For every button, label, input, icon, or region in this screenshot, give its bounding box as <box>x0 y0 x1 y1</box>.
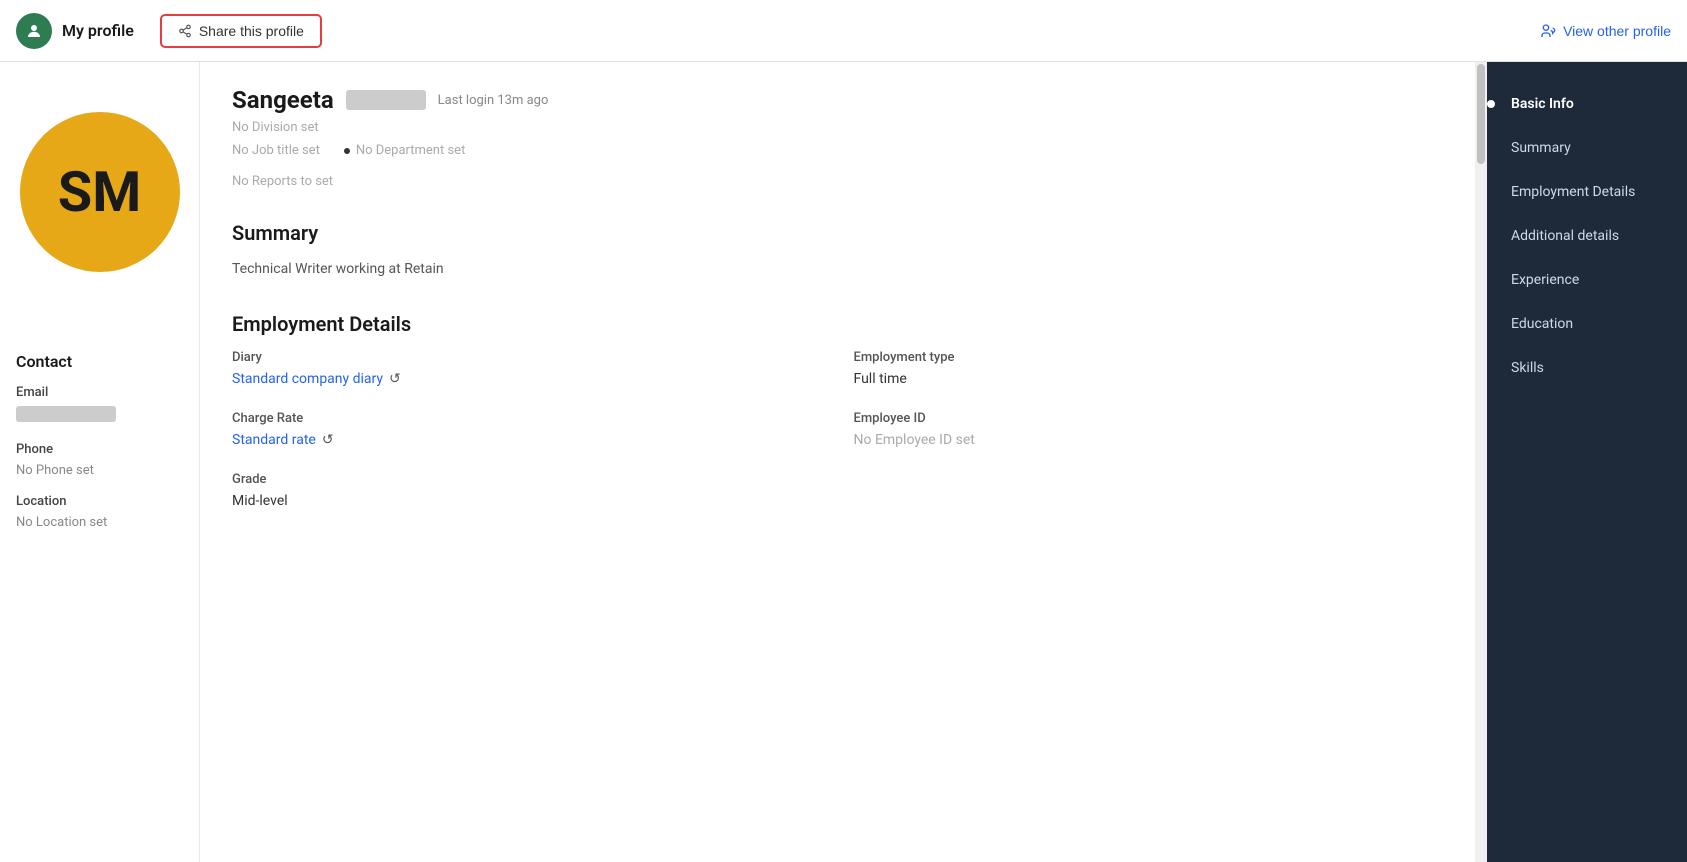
employee-id-value: No Employee ID set <box>854 432 1444 448</box>
profile-nav-icon <box>16 13 52 49</box>
nav-item-summary[interactable]: Summary <box>1487 126 1687 170</box>
dept-block: No Department set <box>344 143 466 158</box>
no-division: No Division set <box>232 120 548 135</box>
diary-history-icon[interactable]: ↺ <box>389 371 401 387</box>
no-reports: No Reports to set <box>232 174 548 189</box>
charge-rate-history-icon[interactable]: ↺ <box>322 432 334 448</box>
view-other-profile-button[interactable]: View other profile <box>1540 23 1671 39</box>
topbar-right: View other profile <box>1540 23 1671 39</box>
employment-title: Employment Details <box>232 312 1443 336</box>
scrollbar-thumb[interactable] <box>1477 64 1485 164</box>
nav-item-skills[interactable]: Skills <box>1487 346 1687 390</box>
employee-id-label: Employee ID <box>854 411 1444 426</box>
nav-item-additional-details[interactable]: Additional details <box>1487 214 1687 258</box>
last-login: Last login 13m ago <box>438 93 549 108</box>
employment-type-field: Employment type Full time <box>854 350 1444 387</box>
nav-label-employment-details: Employment Details <box>1511 184 1635 200</box>
no-job-title: No Job title set <box>232 143 320 158</box>
summary-title: Summary <box>232 221 1443 245</box>
nav-item-basic-info[interactable]: Basic Info <box>1487 82 1687 126</box>
contact-section: Contact Email Phone No Phone set Locatio… <box>16 352 183 530</box>
left-sidebar: SM Contact Email Phone No Phone set Loca… <box>0 62 200 862</box>
main-layout: SM Contact Email Phone No Phone set Loca… <box>0 62 1687 862</box>
charge-rate-label: Charge Rate <box>232 411 822 426</box>
location-value: No Location set <box>16 515 183 530</box>
share-btn-label: Share this profile <box>199 23 304 39</box>
phone-label: Phone <box>16 442 183 457</box>
avatar: SM <box>20 112 180 272</box>
avatar-initials: SM <box>58 159 142 225</box>
diary-field: Diary Standard company diary ↺ <box>232 350 822 387</box>
profile-name: Sangeeta <box>232 86 334 114</box>
dept-dot <box>344 148 350 154</box>
topbar: My profile Share this profile View other… <box>0 0 1687 62</box>
email-label: Email <box>16 385 183 400</box>
grade-value: Mid-level <box>232 493 822 509</box>
nav-label-summary: Summary <box>1511 140 1571 156</box>
job-dept-row: No Job title set No Department set <box>232 143 548 158</box>
employment-type-label: Employment type <box>854 350 1444 365</box>
employment-type-value: Full time <box>854 371 1444 387</box>
charge-rate-value[interactable]: Standard rate ↺ <box>232 432 822 448</box>
grade-label: Grade <box>232 472 822 487</box>
diary-value[interactable]: Standard company diary ↺ <box>232 371 822 387</box>
grade-field: Grade Mid-level <box>232 472 822 509</box>
charge-rate-field: Charge Rate Standard rate ↺ <box>232 411 822 448</box>
profile-name-block: Sangeeta Last login 13m ago No Division … <box>232 86 548 189</box>
nav-item-employment-details[interactable]: Employment Details <box>1487 170 1687 214</box>
profile-surname-redacted <box>346 90 426 110</box>
nav-label-education: Education <box>1511 316 1573 332</box>
location-label: Location <box>16 494 183 509</box>
main-scrollbar[interactable] <box>1475 62 1487 862</box>
nav-label-skills: Skills <box>1511 360 1544 376</box>
profile-name-inline: Sangeeta Last login 13m ago <box>232 86 548 114</box>
profile-header: Sangeeta Last login 13m ago No Division … <box>232 86 1443 189</box>
nav-item-experience[interactable]: Experience <box>1487 258 1687 302</box>
my-profile-label: My profile <box>62 21 134 40</box>
employment-grid: Diary Standard company diary ↺ Employmen… <box>232 350 1443 509</box>
employee-id-field: Employee ID No Employee ID set <box>854 411 1444 448</box>
nav-label-experience: Experience <box>1511 272 1579 288</box>
share-profile-button[interactable]: Share this profile <box>160 14 322 48</box>
profile-main: Sangeeta Last login 13m ago No Division … <box>200 62 1475 862</box>
nav-item-education[interactable]: Education <box>1487 302 1687 346</box>
view-other-label: View other profile <box>1563 23 1671 39</box>
no-department: No Department set <box>356 143 466 158</box>
topbar-left: My profile Share this profile <box>16 13 322 49</box>
diary-label: Diary <box>232 350 822 365</box>
contact-title: Contact <box>16 352 183 371</box>
summary-text: Technical Writer working at Retain <box>232 259 1443 280</box>
email-value-redacted <box>16 406 116 422</box>
nav-label-basic-info: Basic Info <box>1511 96 1574 112</box>
right-nav: Basic Info Summary Employment Details Ad… <box>1487 62 1687 862</box>
phone-value: No Phone set <box>16 463 183 478</box>
avatar-section: SM <box>16 82 183 272</box>
nav-label-additional-details: Additional details <box>1511 228 1619 244</box>
